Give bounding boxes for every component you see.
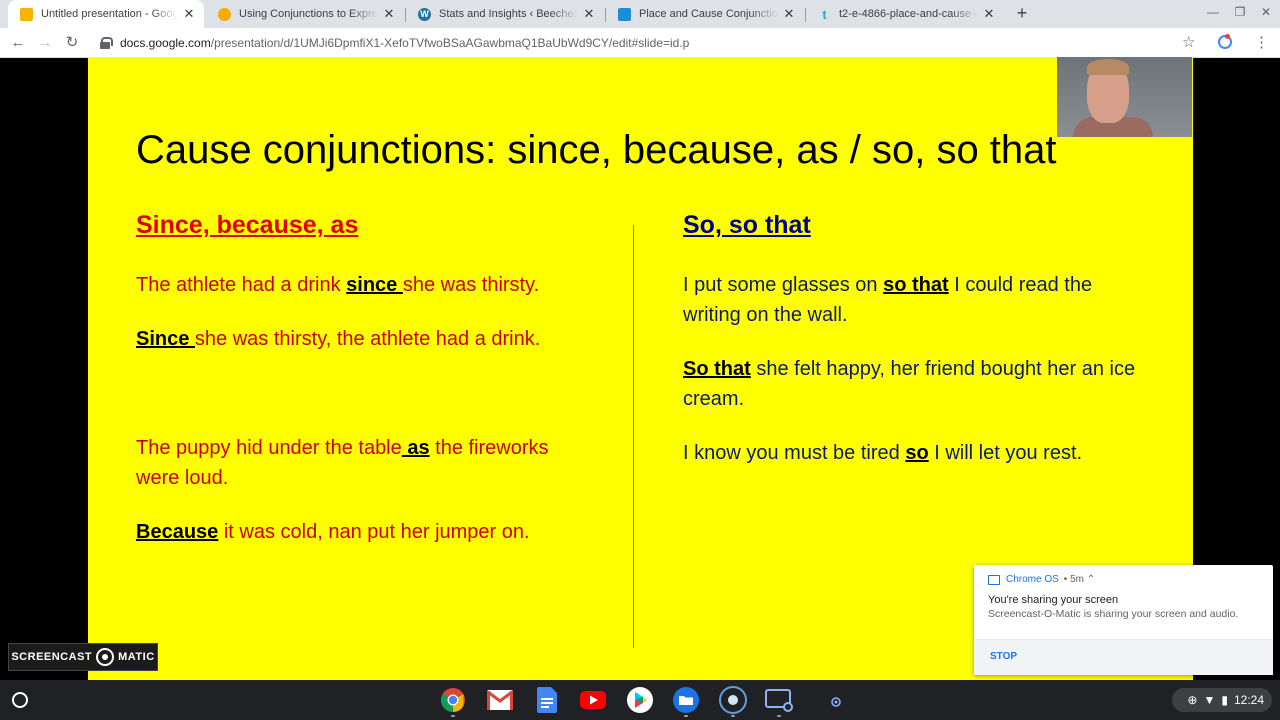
badge-text-left: SCREENCAST [11, 651, 93, 663]
sentence-text: I put some glasses on [683, 274, 884, 296]
running-indicator [451, 715, 455, 717]
close-tab-icon[interactable]: ✕ [582, 6, 596, 22]
address-bar[interactable]: docs.google.com/presentation/d/1UMJi6Dpm… [92, 31, 1212, 55]
left-sentence-4: Because it was cold, nan put her jumper … [136, 517, 596, 547]
sentence-text: I will let you rest. [928, 442, 1083, 464]
browser-toolbar: ← → ↻ docs.google.com/presentation/d/1UM… [0, 28, 1280, 58]
screencast-icon[interactable] [719, 686, 747, 714]
new-tab-button[interactable]: + [1012, 3, 1032, 23]
right-sentence-2: So that she felt happy, her friend bough… [683, 354, 1153, 414]
notification-header: Chrome OS • 5m ⌃ [988, 574, 1095, 585]
slide-title: Cause conjunctions: since, because, as /… [136, 128, 1057, 172]
record-icon [96, 648, 115, 666]
wordpress-favicon-icon: W [418, 7, 431, 21]
extension-icon[interactable] [1218, 34, 1232, 49]
notification-body: Screencast-O-Matic is sharing your scree… [988, 608, 1239, 620]
bookmark-star-icon[interactable]: ☆ [1182, 33, 1195, 51]
tab-strip: Untitled presentation - Google Slides ✕ … [0, 0, 1280, 28]
notification-meta[interactable]: • 5m ⌃ [1064, 574, 1095, 585]
right-sentence-3: I know you must be tired so I will let y… [683, 438, 1153, 468]
sentence-text: she was thirsty. [402, 274, 540, 296]
url-path: /presentation/d/1UMJi6DpmfiX1-XefoTVfwoB… [210, 36, 690, 50]
close-tab-icon[interactable]: ✕ [982, 6, 996, 22]
gmail-icon[interactable] [486, 686, 514, 714]
sentence-text: it was cold, nan put her jumper on. [218, 521, 530, 543]
forward-icon[interactable]: → [36, 34, 54, 52]
sentence-text: she felt happy, her friend bought her an… [683, 358, 1136, 410]
left-sentence-2: Since she was thirsty, the athlete had a… [136, 324, 596, 354]
play-store-icon[interactable] [626, 686, 654, 714]
sentence-text: The athlete had a drink [136, 274, 347, 296]
reload-icon[interactable]: ↻ [63, 34, 81, 52]
tab-title: Using Conjunctions to Express Place [239, 8, 378, 20]
wifi-icon: ▼ [1203, 693, 1216, 707]
site-favicon-icon [618, 7, 631, 21]
conjunction-keyword: since [346, 274, 403, 296]
slides-favicon-icon [20, 7, 33, 21]
left-sentence-1: The athlete had a drink since she was th… [136, 270, 596, 300]
screen-capture-icon[interactable] [765, 686, 793, 714]
lock-icon [100, 37, 113, 49]
left-sentence-3: The puppy hid under the table as the fir… [136, 433, 596, 493]
tab-twinkl[interactable]: t t2-e-4866-place-and-cause-conjunctions… [806, 0, 1004, 28]
sentence-text: I know you must be tired [683, 442, 906, 464]
tab-conjunctions[interactable]: Using Conjunctions to Express Place ✕ [206, 0, 404, 28]
battery-icon: ▮ [1221, 693, 1228, 707]
tab-title: Untitled presentation - Google Slides [41, 8, 178, 20]
conjunction-keyword: as [401, 437, 430, 459]
running-indicator [777, 715, 781, 717]
conjunction-keyword: So that [683, 358, 751, 380]
more-menu-icon[interactable]: ⋮ [1254, 33, 1269, 51]
close-tab-icon[interactable]: ✕ [182, 6, 196, 22]
twinkl-favicon-icon: t [822, 6, 827, 22]
launcher-icon[interactable] [12, 692, 28, 708]
tab-title: Stats and Insights ‹ Beeches Junior [439, 8, 578, 20]
youtube-icon[interactable] [579, 686, 607, 714]
right-column-heading: So, so that [683, 211, 811, 239]
site-favicon-icon [218, 7, 231, 21]
conjunction-keyword: so [905, 442, 929, 464]
minimize-icon[interactable]: — [1203, 5, 1223, 19]
stop-sharing-button[interactable]: STOP [990, 651, 1017, 662]
tab-stats[interactable]: W Stats and Insights ‹ Beeches Junior ✕ [406, 0, 604, 28]
url-text: docs.google.com/presentation/d/1UMJi6Dpm… [120, 36, 689, 50]
webcam-overlay[interactable] [1057, 57, 1192, 137]
tab-title: t2-e-4866-place-and-cause-conjunctions [839, 8, 978, 20]
conjunction-keyword: Since [136, 328, 195, 350]
notification-title: You're sharing your screen [988, 594, 1119, 606]
chrome-icon[interactable] [439, 686, 467, 714]
record-status-icon [822, 686, 850, 714]
tab-worksheet[interactable]: Place and Cause Conjunctions Worksheet ✕ [606, 0, 804, 28]
clock: 12:24 [1233, 693, 1264, 707]
files-icon[interactable] [672, 686, 700, 714]
chromeos-shelf: ⊕ ▼ ▮ 12:24 [0, 680, 1280, 720]
right-sentence-1: I put some glasses on so that I could re… [683, 270, 1153, 330]
badge-text-right: MATIC [118, 651, 155, 663]
webcam-hair [1087, 59, 1129, 75]
left-column-heading: Since, because, as [136, 211, 359, 239]
column-divider [633, 225, 634, 648]
close-tab-icon[interactable]: ✕ [382, 6, 396, 22]
url-host: docs.google.com [120, 36, 211, 50]
close-window-icon[interactable]: ✕ [1256, 5, 1276, 19]
docs-icon[interactable] [533, 686, 561, 714]
sentence-text: The puppy hid under the table [136, 437, 402, 459]
screencast-o-matic-badge: SCREENCAST MATIC [8, 643, 158, 671]
tab-slides[interactable]: Untitled presentation - Google Slides ✕ [8, 0, 204, 28]
running-indicator [684, 715, 688, 717]
screen-share-icon [988, 574, 1000, 585]
system-tray[interactable]: ⊕ ▼ ▮ 12:24 [1172, 688, 1272, 712]
add-icon: ⊕ [1187, 693, 1198, 707]
running-indicator [731, 715, 735, 717]
notification-action-bar: STOP [974, 639, 1273, 675]
notification-source: Chrome OS [1006, 574, 1059, 585]
tab-title: Place and Cause Conjunctions Worksheet [639, 8, 778, 20]
maximize-icon[interactable]: ❐ [1230, 5, 1250, 19]
close-tab-icon[interactable]: ✕ [782, 6, 796, 22]
conjunction-keyword: so that [883, 274, 949, 296]
sentence-text: she was thirsty, the athlete had a drink… [194, 328, 541, 350]
screen-share-notification: Chrome OS • 5m ⌃ You're sharing your scr… [974, 565, 1273, 675]
back-icon[interactable]: ← [9, 34, 27, 52]
conjunction-keyword: Because [136, 521, 219, 543]
